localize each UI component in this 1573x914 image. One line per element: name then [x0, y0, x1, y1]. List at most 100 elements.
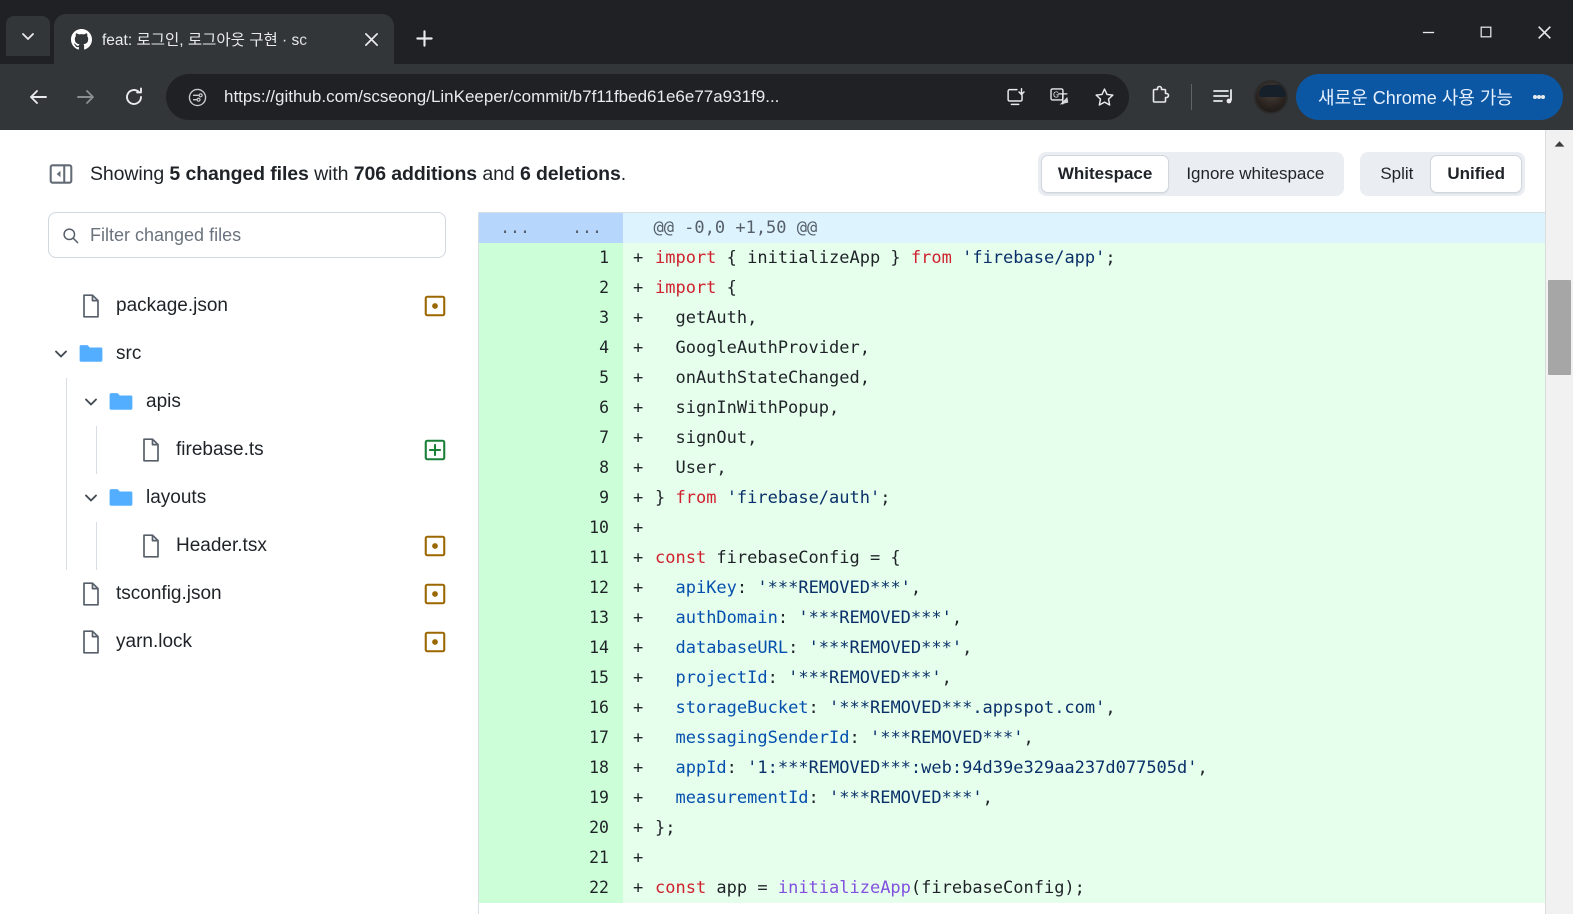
diff-line-row[interactable]: 15 + projectId: '***REMOVED***',: [479, 663, 1545, 693]
diff-line-row[interactable]: 11 + const firebaseConfig = {: [479, 543, 1545, 573]
tree-folder-row[interactable]: src: [48, 330, 446, 378]
code-token: {: [716, 278, 737, 298]
address-bar[interactable]: https://github.com/scseong/LinKeeper/com…: [166, 74, 1130, 120]
diff-line-row[interactable]: 17 + messagingSenderId: '***REMOVED***',: [479, 723, 1545, 753]
browser-toolbar: https://github.com/scseong/LinKeeper/com…: [0, 64, 1573, 130]
whitespace-button[interactable]: Whitespace: [1040, 155, 1170, 193]
diff-line-row[interactable]: 19 + measurementId: '***REMOVED***',: [479, 783, 1545, 813]
diff-line-row[interactable]: 1 + import { initializeApp } from 'firebas…: [479, 243, 1545, 273]
diff-table-wrapper: ...... @@ -0,0 +1,50 @@ 1 + import { initia…: [478, 212, 1545, 914]
tree-folder-row[interactable]: apis: [48, 378, 446, 426]
forward-button[interactable]: [62, 73, 110, 121]
diff-line-row[interactable]: 3 + getAuth,: [479, 303, 1545, 333]
install-app-icon[interactable]: [999, 80, 1033, 114]
file-tree-list: package.json src apis firebase.ts layout…: [48, 282, 446, 666]
diff-line-code: +: [623, 513, 1545, 543]
file-icon: [83, 630, 99, 654]
new-chrome-available-button[interactable]: 새로운 Chrome 사용 가능: [1296, 74, 1563, 120]
diff-line-row[interactable]: 4 + GoogleAuthProvider,: [479, 333, 1545, 363]
minimize-button[interactable]: [1399, 0, 1457, 64]
diff-line-row[interactable]: 2 + import {: [479, 273, 1545, 303]
toggle-file-tree-icon[interactable]: [48, 161, 74, 187]
media-controls-icon[interactable]: [1200, 74, 1246, 120]
page-scrollbar[interactable]: [1545, 130, 1573, 914]
new-tab-button[interactable]: [404, 18, 444, 58]
tab-close-button[interactable]: [358, 26, 384, 52]
tree-item-label: yarn.lock: [116, 631, 193, 652]
tree-expand-toggle[interactable]: [78, 394, 104, 410]
filter-changed-files-input[interactable]: Filter changed files: [48, 212, 446, 258]
code-token: ,: [1197, 758, 1208, 778]
profile-avatar[interactable]: [1254, 80, 1289, 114]
code-token: '***REMOVED***': [788, 668, 942, 688]
search-icon: [63, 227, 79, 243]
diff-line-number-old: [479, 573, 551, 603]
browser-tab[interactable]: feat: 로그인, 로그아웃 구현 · sc: [54, 14, 394, 64]
diff-line-marker: +: [633, 458, 644, 478]
diff-line-row[interactable]: 12 + apiKey: '***REMOVED***',: [479, 573, 1545, 603]
extensions-icon[interactable]: [1137, 74, 1183, 120]
split-view-button[interactable]: Split: [1363, 155, 1430, 193]
diff-line-code: + measurementId: '***REMOVED***',: [623, 783, 1545, 813]
tree-expand-toggle[interactable]: [48, 346, 74, 362]
diff-line-row[interactable]: 21 +: [479, 843, 1545, 873]
ignore-whitespace-button[interactable]: Ignore whitespace: [1169, 155, 1341, 193]
tree-file-row[interactable]: yarn.lock: [48, 618, 446, 666]
code-token: firebaseConfig = {: [706, 548, 901, 568]
bookmark-star-icon[interactable]: [1087, 80, 1121, 114]
diff-line-row[interactable]: 7 + signOut,: [479, 423, 1545, 453]
diff-line-number-new: 21: [551, 843, 623, 873]
page-info-icon[interactable]: [180, 80, 214, 114]
diff-line-row[interactable]: 14 + databaseURL: '***REMOVED***',: [479, 633, 1545, 663]
tree-file-row[interactable]: Header.tsx: [48, 522, 446, 570]
translate-icon[interactable]: G: [1043, 80, 1077, 114]
file-icon: [83, 582, 99, 606]
diff-line-row[interactable]: 22 + const app = initializeApp(firebaseCon…: [479, 873, 1545, 903]
diff-line-row[interactable]: 10 +: [479, 513, 1545, 543]
diff-line-row[interactable]: 20 +};: [479, 813, 1545, 843]
diff-line-number-new: 16: [551, 693, 623, 723]
unified-view-button[interactable]: Unified: [1430, 155, 1522, 193]
diff-line-marker: +: [633, 308, 644, 328]
tab-search-button[interactable]: [6, 16, 50, 56]
tree-file-row[interactable]: firebase.ts: [48, 426, 446, 474]
tree-folder-row[interactable]: layouts: [48, 474, 446, 522]
close-icon: [364, 32, 378, 46]
diff-line-row[interactable]: 5 + onAuthStateChanged,: [479, 363, 1545, 393]
diff-line-row[interactable]: 18 + appId: '1:***REMOVED***:web:94d39e32…: [479, 753, 1545, 783]
tree-expand-toggle[interactable]: [78, 490, 104, 506]
maximize-button[interactable]: [1457, 0, 1515, 64]
code-token: '1:***REMOVED***:web:94d39e329aa237d0775…: [747, 758, 1198, 778]
minimize-icon: [1422, 31, 1434, 33]
diff-line-code: + storageBucket: '***REMOVED***.appspot.…: [623, 693, 1545, 723]
diff-line-row[interactable]: 6 + signInWithPopup,: [479, 393, 1545, 423]
diff-line-row[interactable]: 13 + authDomain: '***REMOVED***',: [479, 603, 1545, 633]
diff-line-row[interactable]: 9 +} from 'firebase/auth';: [479, 483, 1545, 513]
diff-line-row[interactable]: 16 + storageBucket: '***REMOVED***.appspo…: [479, 693, 1545, 723]
changed-files-tree: Filter changed files package.json src ap…: [48, 212, 478, 914]
svg-text:G: G: [1053, 90, 1059, 99]
diff-line-number-new: 4: [551, 333, 623, 363]
status-modified-icon: [424, 583, 446, 605]
close-window-button[interactable]: [1515, 0, 1573, 64]
diff-line-row[interactable]: 8 + User,: [479, 453, 1545, 483]
changed-files-count: 5 changed files: [169, 162, 309, 185]
summary-mid: with: [308, 162, 354, 185]
code-token: app =: [706, 878, 778, 898]
code-token: };: [655, 818, 676, 838]
scrollbar-thumb[interactable]: [1548, 280, 1571, 375]
toolbar-divider: [1191, 84, 1193, 110]
code-token: ;: [880, 488, 891, 508]
back-button[interactable]: [14, 73, 62, 121]
chrome-menu-button[interactable]: [1519, 77, 1559, 117]
tree-file-row[interactable]: package.json: [48, 282, 446, 330]
tree-file-row[interactable]: tsconfig.json: [48, 570, 446, 618]
file-icon-slot: [74, 582, 108, 606]
scroll-up-button[interactable]: [1546, 130, 1573, 158]
diff-line-code: + signInWithPopup,: [623, 393, 1545, 423]
diff-line-marker: +: [633, 758, 644, 778]
diff-line-marker: +: [633, 698, 644, 718]
reload-button[interactable]: [110, 73, 158, 121]
